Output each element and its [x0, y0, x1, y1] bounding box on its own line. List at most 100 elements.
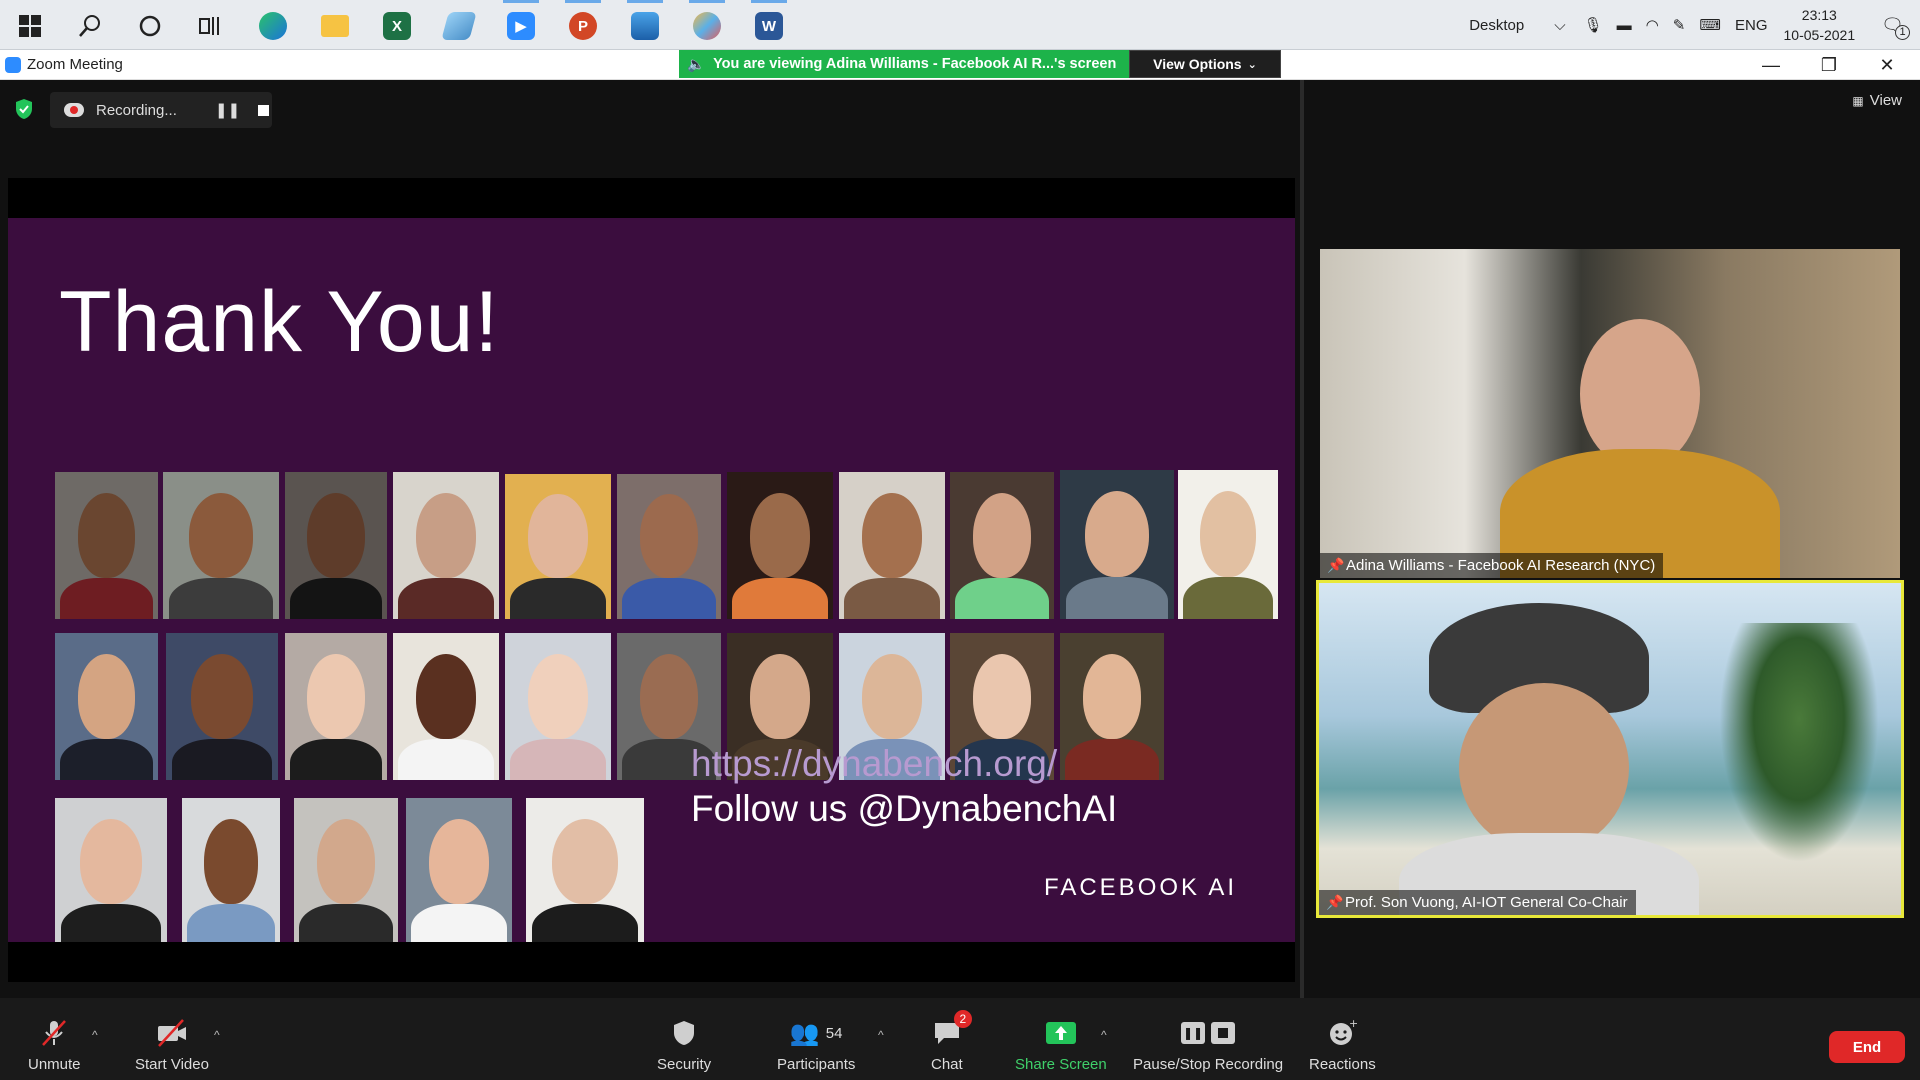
chat-button[interactable]: 2 Chat: [931, 1010, 972, 1073]
word-icon[interactable]: W: [745, 0, 793, 46]
photos-icon[interactable]: [621, 0, 669, 46]
svg-text:+: +: [1349, 1018, 1357, 1030]
pause-icon: ❚❚: [1181, 1022, 1206, 1044]
recording-label: Recording...: [96, 101, 177, 119]
participants-button[interactable]: 👥 54 Participants: [777, 1016, 856, 1074]
pin-icon: 📌: [1326, 894, 1344, 910]
video-options-caret-icon[interactable]: ^: [214, 1028, 220, 1042]
panel-splitter[interactable]: [1300, 80, 1304, 998]
participants-label: Participants: [777, 1056, 856, 1073]
chat-label: Chat: [931, 1056, 963, 1073]
team-photo: [55, 633, 158, 780]
participant-video[interactable]: 📌 Adina Williams - Facebook AI Research …: [1320, 249, 1900, 578]
team-photo: [285, 472, 387, 619]
security-label: Security: [657, 1056, 712, 1073]
pin-icon: 📌: [1327, 557, 1345, 573]
notification-count: 1: [1895, 24, 1910, 40]
view-button[interactable]: ▦ View: [1852, 92, 1902, 109]
start-video-label: Start Video: [135, 1056, 209, 1073]
search-icon[interactable]: [66, 6, 114, 46]
excel-icon[interactable]: X: [373, 6, 421, 46]
team-photo: [55, 798, 167, 942]
keyboard-icon[interactable]: ⌨: [1699, 16, 1721, 34]
start-video-button[interactable]: Start Video: [135, 1016, 209, 1073]
chat-badge: 2: [953, 1010, 972, 1028]
facebook-ai-logo: FACEBOOK AI: [1044, 874, 1238, 901]
team-photo: [617, 474, 721, 619]
restore-button[interactable]: ❐: [1800, 50, 1858, 80]
audio-options-caret-icon[interactable]: ^: [92, 1028, 98, 1042]
share-options-caret-icon[interactable]: ^: [1101, 1028, 1107, 1042]
system-tray: Desktop ⌵ 🎙 ▬ ◠ ✎ ⌨ ENG 23:13 10-05-2021…: [1469, 0, 1920, 50]
reactions-button[interactable]: + Reactions: [1309, 1016, 1376, 1073]
share-screen-button[interactable]: Share Screen: [1015, 1016, 1107, 1073]
team-photo: [950, 472, 1054, 619]
recording-indicator: Recording... ❚❚: [50, 92, 272, 128]
meeting-area: Recording... ❚❚ Thank You! https://dynab…: [0, 80, 1920, 998]
clock[interactable]: 23:13 10-05-2021: [1784, 5, 1856, 45]
share-screen-label: Share Screen: [1015, 1056, 1107, 1073]
participant-name: Adina Williams - Facebook AI Research (N…: [1346, 557, 1656, 574]
wifi-icon[interactable]: ◠: [1646, 16, 1659, 34]
participant-name-tag: 📌 Prof. Son Vuong, AI-IOT General Co-Cha…: [1319, 890, 1636, 915]
stop-recording-icon[interactable]: [258, 104, 270, 116]
app-icon[interactable]: [435, 6, 483, 46]
microphone-icon[interactable]: 🎙: [1584, 16, 1603, 34]
battery-icon[interactable]: ▬: [1617, 17, 1632, 34]
chevron-down-icon[interactable]: ⌵: [1554, 17, 1565, 34]
minimize-button[interactable]: —: [1742, 50, 1800, 80]
zoom-icon[interactable]: ▶: [497, 0, 545, 46]
shield-icon: [671, 1016, 697, 1050]
team-photo: [727, 472, 833, 619]
pause-stop-recording-button[interactable]: ❚❚ Pause/Stop Recording: [1133, 1016, 1283, 1073]
pen-icon[interactable]: ✎: [1673, 16, 1686, 34]
edge-icon[interactable]: [249, 6, 297, 46]
team-photo: [163, 472, 279, 619]
participant-name: Prof. Son Vuong, AI-IOT General Co-Chair: [1345, 894, 1628, 911]
participants-count: 54: [825, 1024, 843, 1042]
notification-icon[interactable]: 🗨 1: [1881, 15, 1910, 40]
security-button[interactable]: Security: [657, 1016, 711, 1073]
participant-video-active-speaker[interactable]: 📌 Prof. Son Vuong, AI-IOT General Co-Cha…: [1316, 580, 1904, 918]
speaker-icon: 🔈: [687, 56, 706, 73]
clock-time: 23:13: [1801, 7, 1837, 23]
windows-start-icon[interactable]: [6, 6, 54, 46]
view-options-button[interactable]: View Options ⌄: [1129, 50, 1281, 78]
team-photo: [393, 472, 499, 619]
pause-recording-icon[interactable]: ❚❚: [215, 101, 240, 119]
clock-date: 10-05-2021: [1783, 27, 1856, 43]
microphone-muted-icon: [39, 1016, 69, 1050]
unmute-button[interactable]: Unmute: [28, 1016, 81, 1073]
team-photo: [839, 472, 945, 619]
cloud-record-icon: [64, 103, 84, 117]
team-photo: [526, 798, 644, 942]
chat-icon: 2: [932, 1010, 972, 1050]
language-indicator[interactable]: ENG: [1735, 17, 1768, 34]
end-meeting-button[interactable]: End: [1829, 1031, 1905, 1063]
participants-options-caret-icon[interactable]: ^: [878, 1028, 884, 1042]
share-screen-icon: [1045, 1016, 1077, 1050]
zoom-logo-icon: [5, 57, 21, 73]
close-button[interactable]: ✕: [1858, 50, 1916, 80]
windows-taskbar: X ▶ P W Desktop ⌵ 🎙 ▬ ◠ ✎ ⌨ ENG 23:13 10…: [0, 0, 1920, 50]
slide-follow-text: Follow us @DynabenchAI: [691, 788, 1118, 829]
video-off-icon: [155, 1016, 189, 1050]
reactions-label: Reactions: [1309, 1056, 1376, 1073]
cortana-icon[interactable]: [126, 6, 174, 46]
team-photo: [406, 798, 512, 942]
desktop-toolbar-label[interactable]: Desktop: [1469, 17, 1524, 34]
team-photo: [1060, 470, 1174, 619]
smiley-add-icon: +: [1327, 1016, 1357, 1050]
window-title: Zoom Meeting: [27, 56, 123, 73]
slide-title: Thank You!: [59, 274, 500, 370]
paint-icon[interactable]: [683, 0, 731, 46]
participants-icon: 👥: [789, 1019, 820, 1047]
task-view-icon[interactable]: [186, 6, 234, 46]
stop-icon: [1211, 1022, 1236, 1044]
team-photo: [285, 633, 387, 780]
pause-stop-recording-label: Pause/Stop Recording: [1133, 1056, 1284, 1073]
team-photo: [294, 798, 398, 942]
powerpoint-icon[interactable]: P: [559, 0, 607, 46]
security-shield-icon[interactable]: [14, 98, 34, 120]
file-explorer-icon[interactable]: [311, 6, 359, 46]
